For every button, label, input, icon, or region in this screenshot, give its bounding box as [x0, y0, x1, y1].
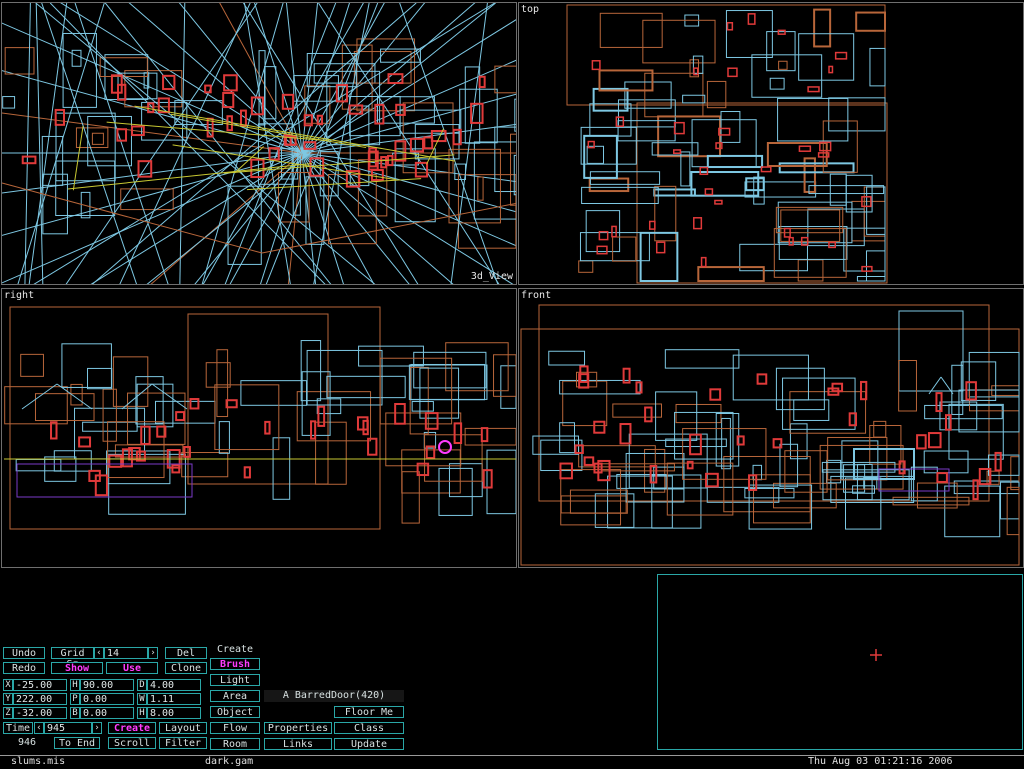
viewport-top-label: top	[521, 4, 540, 15]
viewport-front-label: front	[521, 290, 552, 301]
axis-b-label: B	[70, 707, 80, 719]
mission-filename: slums.mis	[11, 756, 66, 767]
create-header: Create	[216, 644, 254, 655]
axis-w-label: W	[137, 693, 147, 705]
use-button[interactable]: Use	[106, 662, 158, 674]
viewport-front[interactable]: front	[518, 288, 1024, 568]
layout-button[interactable]: Layout	[159, 722, 207, 734]
axis-z-label: Z	[3, 707, 13, 719]
axis-h-label: H	[70, 679, 80, 691]
axis-y-label: Y	[3, 693, 13, 705]
viewport-right-wireframe	[4, 306, 516, 530]
viewport-3d-wireframe	[2, 3, 516, 284]
viewport-3d-label: 3d_View	[470, 271, 513, 282]
light-button[interactable]: Light	[210, 674, 260, 686]
grid-size-field[interactable]: 14	[104, 647, 148, 659]
dim-d-field[interactable]: 4.00	[147, 679, 201, 691]
status-bar: slums.mis dark.gam Thu Aug 03 01:21:16 2…	[0, 755, 1024, 769]
viewport-top[interactable]: top	[518, 2, 1024, 285]
axis-d-label: D	[137, 679, 147, 691]
time-increase-icon[interactable]: ›	[92, 722, 102, 734]
time-decrease-icon[interactable]: ‹	[34, 722, 44, 734]
show-button[interactable]: Show	[51, 662, 103, 674]
frame-count: 946	[18, 737, 37, 748]
undo-button[interactable]: Undo	[3, 647, 45, 659]
filter-button[interactable]: Filter	[159, 737, 207, 749]
rot-p-field[interactable]: 0.00	[80, 693, 134, 705]
floor-me-button[interactable]: Floor Me	[334, 706, 404, 718]
brush-button[interactable]: Brush	[210, 658, 260, 670]
scroll-button[interactable]: Scroll	[108, 737, 156, 749]
time-button[interactable]: Time	[3, 722, 33, 734]
to-end-button[interactable]: To End	[54, 737, 100, 749]
delete-button[interactable]: Del	[165, 647, 207, 659]
viewport-front-wireframe	[520, 304, 1020, 566]
dim-h-field[interactable]: 8.00	[147, 707, 201, 719]
object-button[interactable]: Object	[210, 706, 260, 718]
redo-button[interactable]: Redo	[3, 662, 45, 674]
links-button[interactable]: Links	[264, 738, 332, 750]
clone-button[interactable]: Clone	[165, 662, 207, 674]
room-button[interactable]: Room	[210, 738, 260, 750]
rot-h-field[interactable]: 90.00	[80, 679, 134, 691]
class-button[interactable]: Class	[334, 722, 404, 734]
area-button[interactable]: Area	[210, 690, 260, 702]
viewport-right-label: right	[4, 290, 35, 301]
crosshair-icon	[870, 649, 882, 661]
viewport-top-wireframe	[566, 4, 888, 284]
flow-button[interactable]: Flow	[210, 722, 260, 734]
grid-size-button[interactable]: Grid Sz	[51, 647, 94, 670]
grid-decrease-icon[interactable]: ‹	[94, 647, 104, 659]
axis-p-label: P	[70, 693, 80, 705]
game-filename: dark.gam	[205, 756, 254, 767]
properties-button[interactable]: Properties	[264, 722, 332, 734]
selected-object-label: A BarredDoor(420)	[264, 690, 404, 702]
grid-increase-icon[interactable]: ›	[148, 647, 158, 659]
time-field[interactable]: 945	[44, 722, 92, 734]
pos-y-field[interactable]: 222.00	[13, 693, 67, 705]
viewport-3d[interactable]: 3d_View	[1, 2, 517, 285]
preview-panel[interactable]	[657, 574, 1023, 750]
dim-w-field[interactable]: 1.11	[147, 693, 201, 705]
axis-x-label: X	[3, 679, 13, 691]
pos-z-field[interactable]: -32.00	[13, 707, 67, 719]
viewport-right[interactable]: right	[1, 288, 517, 568]
axis-h2-label: H	[137, 707, 147, 719]
create-mode-button[interactable]: Create	[108, 722, 156, 734]
pos-x-field[interactable]: -25.00	[13, 679, 67, 691]
rot-b-field[interactable]: 0.00	[80, 707, 134, 719]
status-datetime: Thu Aug 03 01:21:16 2006	[808, 756, 953, 767]
update-button[interactable]: Update	[334, 738, 404, 750]
